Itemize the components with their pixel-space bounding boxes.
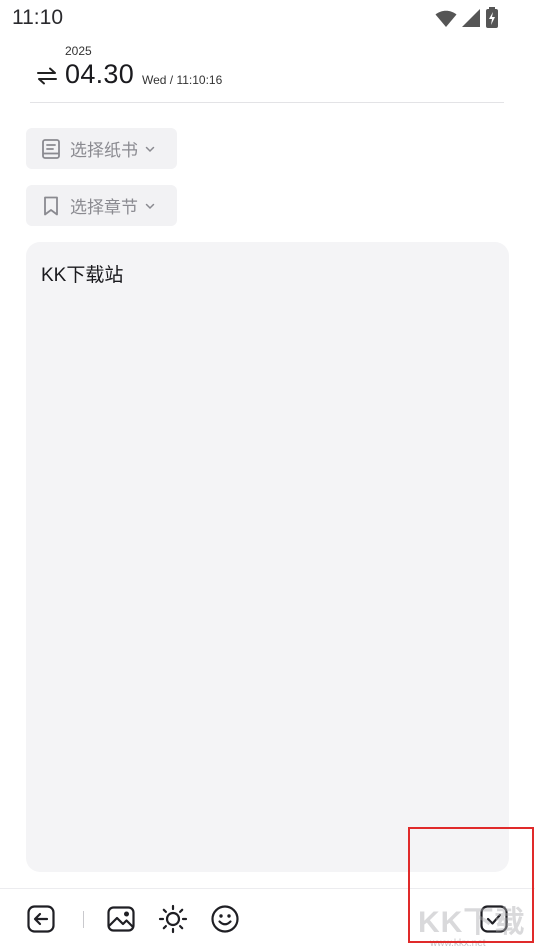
chevron-down-icon bbox=[145, 201, 155, 211]
header-divider bbox=[30, 102, 504, 103]
sun-icon[interactable] bbox=[158, 904, 188, 934]
status-icons bbox=[435, 7, 499, 29]
highlight-box bbox=[408, 827, 534, 943]
back-icon[interactable] bbox=[26, 904, 56, 934]
status-bar: 11:10 bbox=[0, 0, 535, 36]
select-chapter-label: 选择章节 bbox=[70, 198, 138, 217]
select-notebook-label: 选择纸书 bbox=[70, 141, 138, 160]
date-weekday-time: Wed / 11:10:16 bbox=[142, 73, 223, 87]
swap-icon[interactable] bbox=[36, 66, 58, 86]
date-year: 2025 bbox=[65, 44, 92, 58]
battery-icon bbox=[486, 7, 498, 28]
bookmark-icon bbox=[40, 195, 62, 217]
image-icon[interactable] bbox=[106, 904, 136, 934]
select-notebook-button[interactable]: 选择纸书 bbox=[26, 128, 177, 169]
select-chapter-button[interactable]: 选择章节 bbox=[26, 185, 177, 226]
chevron-down-icon bbox=[145, 144, 155, 154]
book-icon bbox=[40, 138, 62, 160]
emoji-icon[interactable] bbox=[210, 904, 240, 934]
wifi-icon bbox=[435, 10, 457, 27]
status-time: 11:10 bbox=[12, 6, 63, 29]
toolbar-separator bbox=[83, 911, 84, 928]
signal-icon bbox=[462, 9, 480, 27]
note-editor[interactable]: KK下载站 bbox=[26, 242, 509, 872]
note-content[interactable]: KK下载站 bbox=[41, 260, 494, 287]
date-main[interactable]: 04.30 bbox=[65, 59, 134, 90]
